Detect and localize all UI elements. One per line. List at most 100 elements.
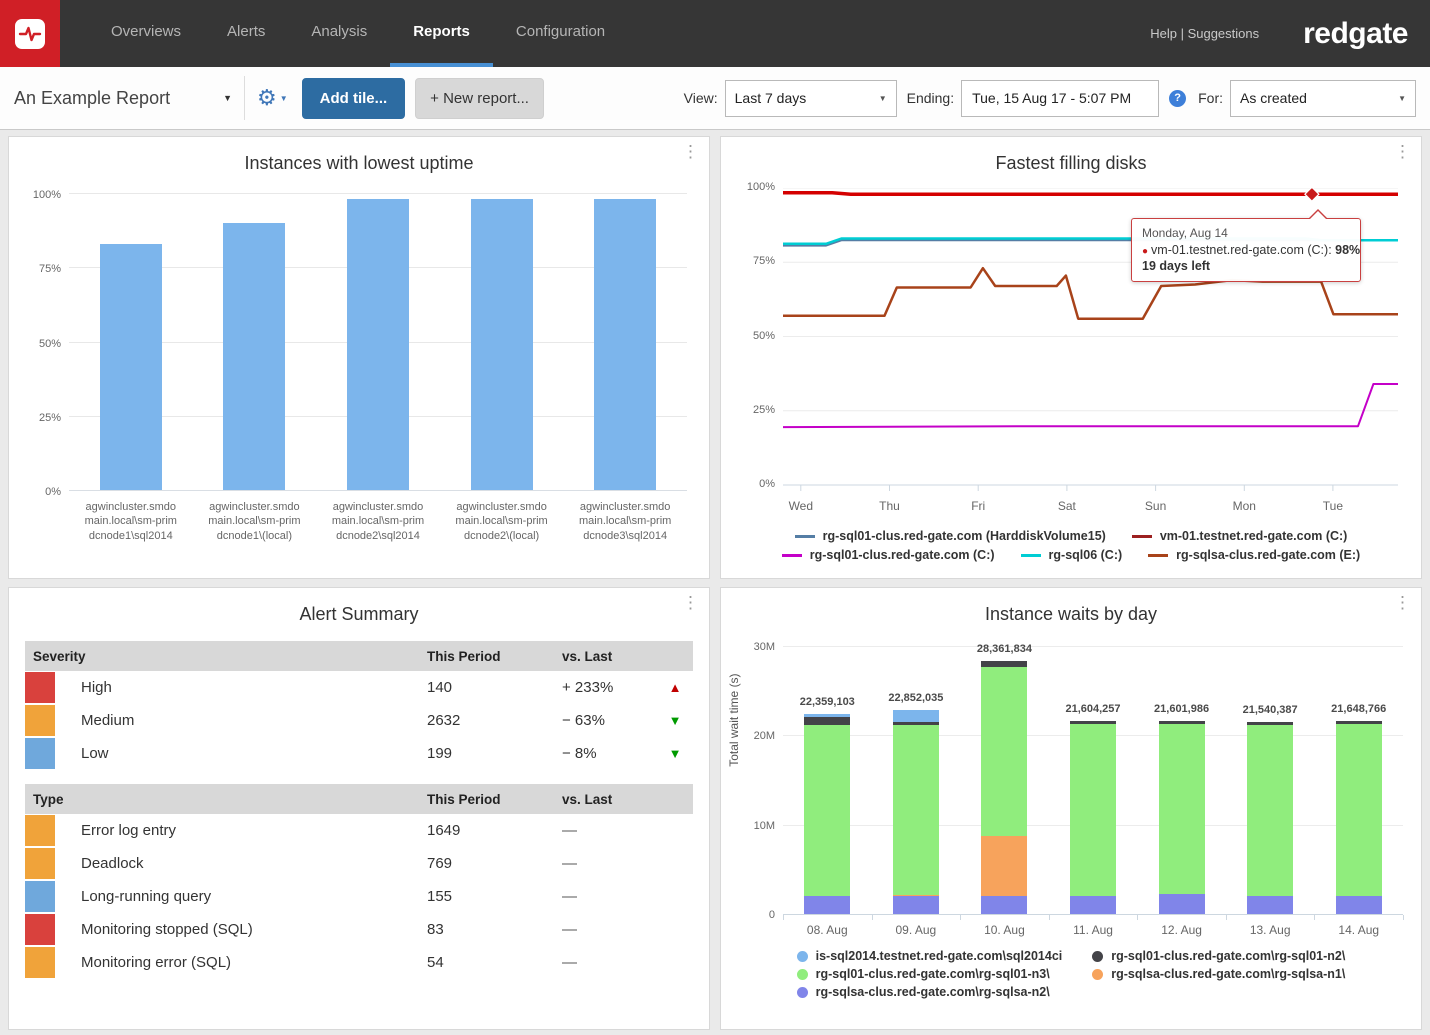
kebab-menu-icon[interactable]: ⋮ (682, 594, 699, 611)
tooltip-value: 98% (1335, 243, 1360, 257)
nav-right: Help | Suggestions redgate (1150, 0, 1430, 67)
bar-total-label: 22,359,103 (800, 696, 855, 708)
uptime-bar[interactable] (471, 199, 533, 490)
bar-segment[interactable] (1336, 896, 1382, 914)
table-row: Monitoring stopped (SQL) 83 — (25, 913, 693, 946)
this-period-value: 140 (427, 679, 562, 696)
x-axis-label: agwincluster.smdomain.local\sm-primdcnod… (316, 500, 440, 543)
stacked-bar[interactable] (1247, 722, 1293, 914)
tab-overviews[interactable]: Overviews (88, 0, 204, 67)
help-icon[interactable]: ? (1169, 90, 1186, 107)
legend-dot (1092, 969, 1103, 980)
report-settings-button[interactable]: ⚙ ▼ (257, 85, 288, 111)
uptime-bar[interactable] (223, 223, 285, 490)
up-triangle-icon: ▲ (657, 680, 693, 695)
bar-segment[interactable] (893, 725, 939, 895)
bar-segment[interactable] (1336, 724, 1382, 896)
x-axis-label: 13. Aug (1226, 923, 1315, 937)
ending-value: Tue, 15 Aug 17 - 5:07 PM (972, 90, 1131, 106)
table-row: Medium 2632 − 63% ▼ (25, 704, 693, 737)
help-suggestions-link[interactable]: Help | Suggestions (1150, 26, 1259, 41)
bar-segment[interactable] (981, 896, 1027, 914)
kebab-menu-icon[interactable]: ⋮ (682, 143, 699, 160)
disks-legend: rg-sql01-clus.red-gate.com (HarddiskVolu… (721, 529, 1421, 562)
stacked-bar[interactable] (893, 710, 939, 914)
view-select[interactable]: Last 7 days ▼ (725, 80, 897, 117)
stacked-bar[interactable] (981, 661, 1027, 914)
tile-disks: ⋮ Fastest filling disks WedThuFriSatSunM… (720, 136, 1422, 579)
bar-segment[interactable] (981, 667, 1027, 836)
bar-segment[interactable] (804, 725, 850, 897)
legend-item[interactable]: rg-sql06 (C:) (1021, 548, 1123, 562)
heartbeat-icon (15, 19, 45, 49)
bar-segment[interactable] (1070, 724, 1116, 896)
for-select[interactable]: As created ▼ (1230, 80, 1416, 117)
bar-segment[interactable] (1247, 896, 1293, 914)
new-report-button[interactable]: + New report... (415, 78, 544, 119)
bar-segment[interactable] (893, 710, 939, 722)
vs-last-value: − 8% (562, 745, 657, 762)
report-picker[interactable]: An Example Report ▼ (14, 88, 240, 109)
this-period-value: 83 (427, 921, 562, 938)
tile-title-disks: Fastest filling disks (721, 153, 1421, 174)
tab-reports[interactable]: Reports (390, 0, 493, 67)
axis-tick (1049, 915, 1050, 920)
ending-label: Ending: (907, 90, 954, 106)
x-axis-label: agwincluster.smdomain.local\sm-primdcnod… (563, 500, 687, 543)
ending-datetime-input[interactable]: Tue, 15 Aug 17 - 5:07 PM (961, 80, 1159, 117)
vs-last-value: — (562, 921, 657, 938)
legend-dot (797, 969, 808, 980)
legend-swatch (1132, 535, 1152, 538)
uptime-bar[interactable] (594, 199, 656, 490)
add-tile-button[interactable]: Add tile... (302, 78, 406, 119)
tile-waits: ⋮ Instance waits by day Total wait time … (720, 587, 1422, 1030)
legend-item[interactable]: rg-sqlsa-clus.red-gate.com (E:) (1148, 548, 1360, 562)
bar-total-label: 21,648,766 (1331, 703, 1386, 715)
bar-segment[interactable] (893, 896, 939, 914)
tab-alerts[interactable]: Alerts (204, 0, 288, 67)
bar-segment[interactable] (804, 896, 850, 914)
x-axis-label: Sat (1058, 499, 1076, 513)
row-label: Monitoring error (SQL) (81, 954, 231, 971)
table-row: Low 199 − 8% ▼ (25, 737, 693, 770)
legend-dot (1092, 951, 1103, 962)
legend-item[interactable]: rg-sqlsa-clus.red-gate.com\rg-sqlsa-n1\ (1092, 967, 1345, 981)
bar-segment[interactable] (981, 661, 1027, 668)
bar-segment[interactable] (1159, 894, 1205, 914)
stacked-bar[interactable] (1336, 721, 1382, 914)
uptime-bar[interactable] (100, 244, 162, 491)
bar-segment[interactable] (1247, 725, 1293, 897)
legend-item[interactable]: is-sql2014.testnet.red-gate.com\sql2014c… (797, 949, 1063, 963)
legend-swatch (795, 535, 815, 538)
view-value: Last 7 days (735, 90, 807, 106)
this-period-value: 769 (427, 855, 562, 872)
report-name: An Example Report (14, 88, 170, 109)
tab-configuration[interactable]: Configuration (493, 0, 628, 67)
bar-segment[interactable] (1159, 724, 1205, 895)
uptime-bar[interactable] (347, 199, 409, 490)
legend-item[interactable]: rg-sql01-clus.red-gate.com (HarddiskVolu… (795, 529, 1106, 543)
vs-last-value: — (562, 888, 657, 905)
for-label: For: (1198, 90, 1223, 106)
x-axis-label: 14. Aug (1314, 923, 1403, 937)
kebab-menu-icon[interactable]: ⋮ (1394, 594, 1411, 611)
legend-item[interactable]: vm-01.testnet.red-gate.com (C:) (1132, 529, 1348, 543)
stacked-bar[interactable] (1070, 721, 1116, 914)
tab-analysis[interactable]: Analysis (288, 0, 390, 67)
app-logo[interactable] (0, 0, 60, 67)
y-axis-label: 75% (19, 263, 61, 275)
row-label: High (81, 679, 112, 696)
stacked-bar[interactable] (1159, 721, 1205, 914)
legend-item[interactable]: rg-sql01-clus.red-gate.com\rg-sql01-n3\ (797, 967, 1063, 981)
severity-swatch (25, 815, 55, 846)
stacked-bar[interactable] (804, 714, 850, 914)
bar-segment[interactable] (981, 836, 1027, 896)
vs-last-value: − 63% (562, 712, 657, 729)
kebab-menu-icon[interactable]: ⋮ (1394, 143, 1411, 160)
bar-segment[interactable] (804, 717, 850, 725)
tile-alert-summary: ⋮ Alert Summary SeverityThis Periodvs. L… (8, 587, 710, 1030)
legend-item[interactable]: rg-sqlsa-clus.red-gate.com\rg-sqlsa-n2\ (797, 985, 1063, 999)
bar-segment[interactable] (1070, 896, 1116, 914)
legend-item[interactable]: rg-sql01-clus.red-gate.com\rg-sql01-n2\ (1092, 949, 1345, 963)
legend-item[interactable]: rg-sql01-clus.red-gate.com (C:) (782, 548, 995, 562)
